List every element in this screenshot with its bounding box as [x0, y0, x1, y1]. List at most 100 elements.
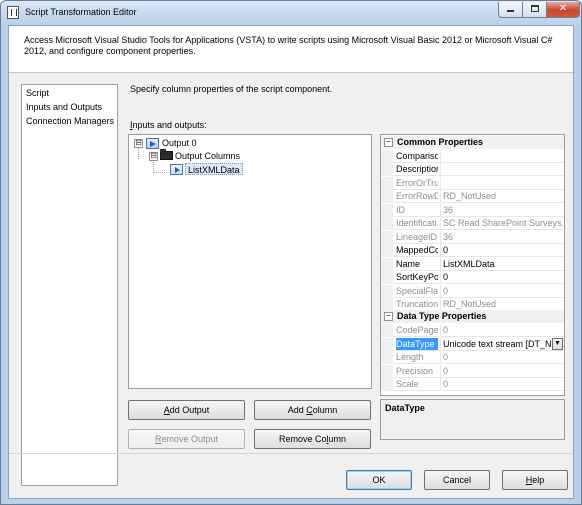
folder-icon — [160, 149, 173, 160]
property-row-gutter — [381, 337, 393, 351]
property-row-gutter — [381, 324, 393, 337]
remove-output-label: emove Output — [161, 434, 219, 444]
property-row[interactable]: LineageID 36 — [381, 230, 564, 244]
remove-column-label: umn — [328, 434, 347, 444]
property-value: 36 — [440, 230, 564, 243]
property-name[interactable]: Truncation — [396, 298, 438, 310]
property-row[interactable]: SortKeyPos0 — [381, 271, 564, 284]
property-row[interactable]: Descriptior — [381, 163, 564, 176]
property-name[interactable]: SortKeyPos — [396, 271, 438, 283]
property-name[interactable]: LineageID — [396, 231, 438, 243]
close-button[interactable]: ✕ — [546, 2, 580, 18]
property-name[interactable]: Name — [396, 258, 438, 270]
property-value[interactable]: 0 — [440, 244, 564, 256]
property-value: 0 — [440, 378, 564, 390]
collapse-icon[interactable]: − — [384, 312, 393, 321]
property-name[interactable]: Identificati — [396, 217, 438, 229]
property-row[interactable]: ErrorOrTru — [381, 176, 564, 190]
category-datatype-label: Data Type Properties — [397, 311, 487, 321]
ok-button[interactable]: OK — [346, 470, 412, 490]
help-button[interactable]: Help — [502, 470, 568, 490]
property-row-gutter — [381, 190, 393, 203]
property-value: 0 — [440, 351, 564, 363]
property-name[interactable]: MappedCc — [396, 244, 438, 256]
page-nav-list[interactable]: Script Inputs and Outputs Connection Man… — [21, 84, 118, 486]
property-name[interactable]: CodePage — [396, 324, 438, 336]
footer-divider — [9, 453, 573, 454]
property-row[interactable]: ErrorRowD RD_NotUsed — [381, 190, 564, 203]
add-output-button[interactable]: Add Output — [128, 400, 245, 420]
tree-node-listxmldata[interactable]: ListXMLData — [185, 163, 243, 175]
output-expander-icon[interactable]: ⊟ — [134, 139, 143, 148]
property-row[interactable]: DataType Unicode text stream [DT_NTEXT] ▼ — [381, 337, 564, 351]
property-row-gutter — [381, 244, 393, 257]
maximize-icon — [530, 5, 539, 12]
property-value: 0 — [440, 284, 564, 297]
tree-guide-line — [153, 172, 167, 173]
page-description: Specify column properties of the script … — [130, 84, 333, 94]
window-title: Script Transformation Editor — [25, 7, 137, 17]
property-value[interactable] — [440, 163, 564, 175]
tree-node-output-0[interactable]: Output 0 — [162, 137, 197, 149]
property-value: 0 — [440, 324, 564, 336]
property-name[interactable]: ErrorRowD — [396, 190, 438, 202]
property-name[interactable]: DataType — [396, 337, 438, 350]
property-value[interactable]: 0 — [440, 271, 564, 283]
property-name[interactable]: ID — [396, 204, 438, 216]
property-value[interactable] — [440, 149, 564, 162]
property-row[interactable]: Length 0 — [381, 351, 564, 364]
nav-item-connection-managers[interactable]: Connection Managers — [26, 115, 114, 127]
property-row-gutter — [381, 230, 393, 244]
add-column-button[interactable]: Add Column — [254, 400, 371, 420]
property-name[interactable]: SpecialFlag — [396, 285, 438, 297]
property-row-gutter — [381, 378, 393, 391]
property-name[interactable]: Precision — [396, 365, 438, 377]
property-row-gutter — [381, 163, 393, 176]
property-row[interactable]: Compariso — [381, 149, 564, 163]
property-row-gutter — [381, 217, 393, 230]
remove-output-button[interactable]: Remove Output — [128, 429, 245, 449]
property-name[interactable]: Compariso — [396, 150, 438, 162]
header-band: Access Microsoft Visual Studio Tools for… — [9, 26, 573, 73]
inputs-outputs-tree[interactable]: ⊟ Output 0 ⊟ Output Columns ListXMLData — [128, 134, 372, 389]
property-value[interactable]: ListXMLData — [440, 257, 564, 270]
nav-item-script[interactable]: Script — [26, 87, 49, 99]
property-row[interactable]: SpecialFlag0 — [381, 284, 564, 298]
property-row[interactable]: ID 36 — [381, 203, 564, 217]
category-common-properties[interactable]: − Common Properties — [381, 136, 564, 149]
close-icon: ✕ — [558, 3, 568, 14]
category-data-type-properties[interactable]: − Data Type Properties — [381, 310, 564, 323]
property-row[interactable]: MappedCc 0 — [381, 244, 564, 257]
category-common-label: Common Properties — [397, 137, 484, 147]
property-name[interactable]: Length — [396, 351, 438, 363]
property-row-gutter — [381, 284, 393, 298]
property-value: RD_NotUsed — [440, 190, 564, 202]
property-value — [440, 176, 564, 189]
property-row-gutter — [381, 149, 393, 163]
dropdown-arrow-icon[interactable]: ▼ — [552, 337, 563, 350]
maximize-button[interactable] — [522, 2, 547, 18]
minimize-button[interactable] — [498, 2, 523, 18]
property-value: 0 — [440, 364, 564, 377]
property-name[interactable]: ErrorOrTru — [396, 177, 438, 189]
property-name[interactable]: Scale — [396, 378, 438, 390]
property-row[interactable]: IdentificatiSC Read SharePoint Surveys.O… — [381, 217, 564, 230]
property-row[interactable]: Name ListXMLData — [381, 257, 564, 271]
remove-column-button[interactable]: Remove Column — [254, 429, 371, 449]
property-value[interactable]: Unicode text stream [DT_NTEXT] — [440, 337, 564, 350]
collapse-icon[interactable]: − — [384, 138, 393, 147]
property-row-gutter — [381, 203, 393, 217]
property-row[interactable]: Scale 0 — [381, 378, 564, 391]
property-grid[interactable]: − Common Properties Compariso Descriptior… — [380, 134, 565, 396]
nav-item-inputs-and-outputs[interactable]: Inputs and Outputs — [26, 101, 102, 113]
property-row[interactable]: CodePage 0 — [381, 324, 564, 337]
property-name[interactable]: Descriptior — [396, 163, 438, 175]
cancel-button[interactable]: Cancel — [424, 470, 490, 490]
property-row[interactable]: Precision 0 — [381, 364, 564, 378]
property-value: 36 — [440, 203, 564, 216]
title-bar[interactable]: Script Transformation Editor ✕ — [1, 1, 581, 25]
help-label: elp — [532, 475, 545, 485]
remove-column-label-pre: Remove Co — [278, 434, 327, 444]
tree-node-output-columns[interactable]: Output Columns — [175, 150, 240, 162]
output-columns-expander-icon[interactable]: ⊟ — [149, 152, 158, 161]
